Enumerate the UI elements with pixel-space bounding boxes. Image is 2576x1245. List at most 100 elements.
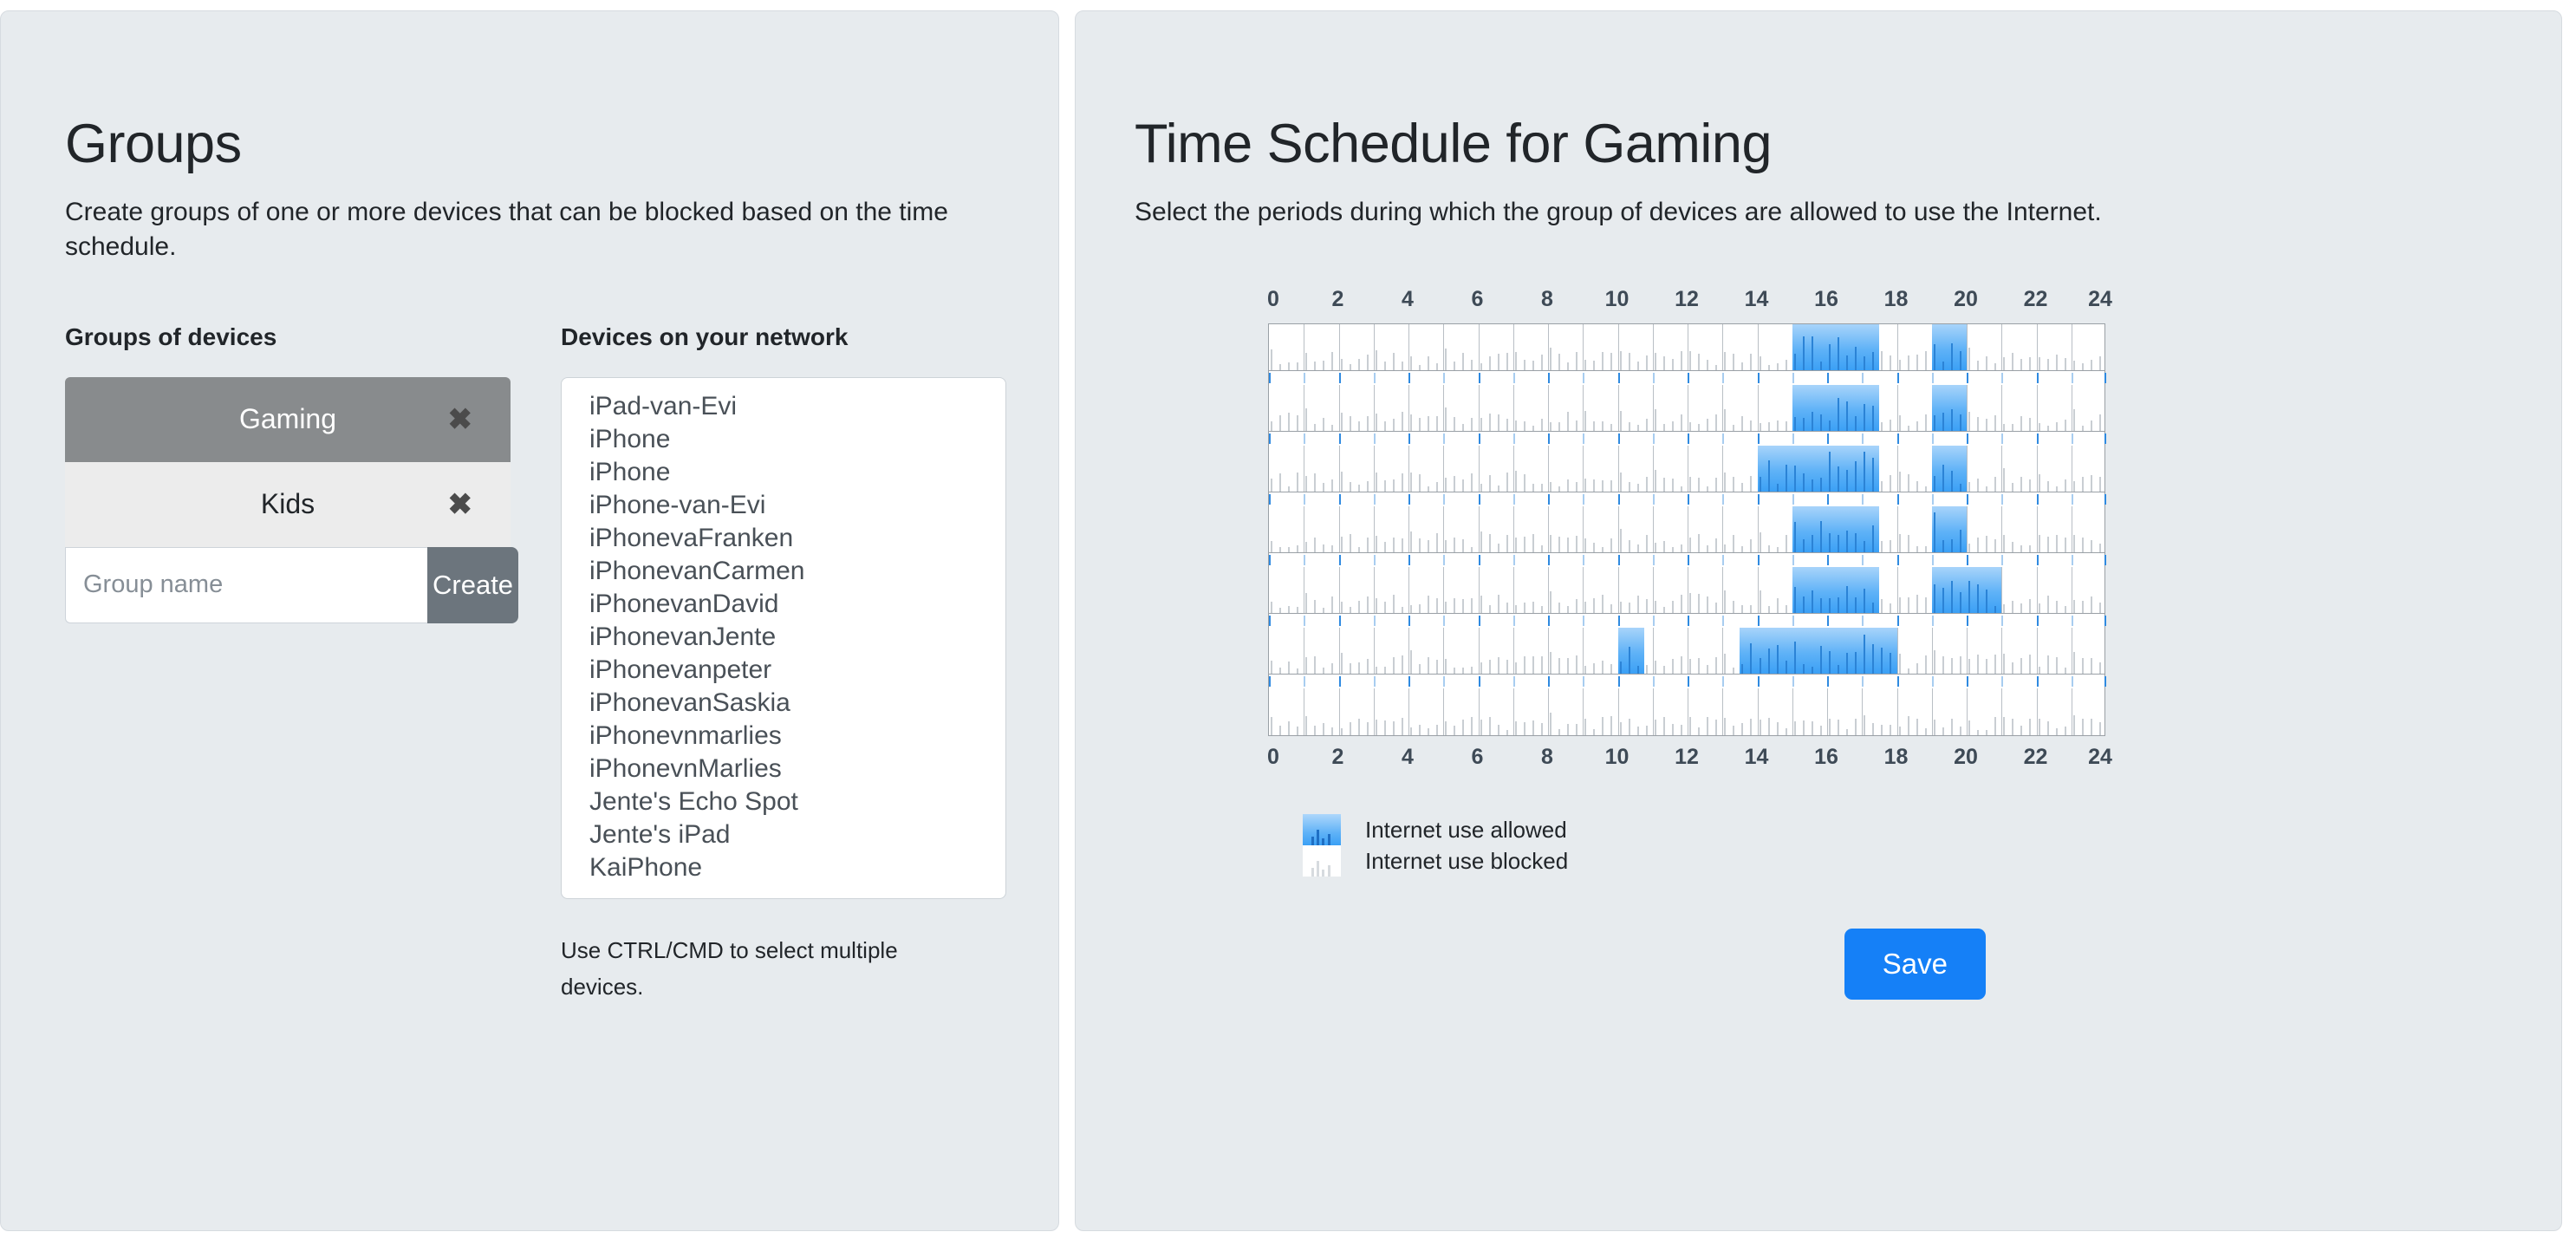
usage-bar [1454,538,1456,553]
usage-bar [1619,472,1622,492]
usage-bar [1715,477,1718,492]
hour-separator [1583,628,1584,675]
usage-bar [1349,533,1351,553]
usage-bar [1645,665,1648,675]
usage-bar [2038,719,2040,736]
schedule-day-row[interactable]: Th [1269,506,2104,554]
allowed-period-block[interactable] [1931,506,1967,553]
schedule-day-row[interactable]: Su [1269,688,2104,736]
divider-tick [1792,373,1794,384]
schedule-day-row[interactable]: Sa [1269,628,2104,675]
usage-bar [1846,585,1849,614]
usage-bar [1506,729,1508,736]
remove-group-icon[interactable]: ✖ [448,490,473,519]
usage-bar [1550,347,1551,371]
usage-bar [1819,414,1822,432]
device-list-item[interactable]: iPhonevanpeter [562,654,1005,687]
allowed-period-block[interactable] [1792,385,1880,432]
usage-bar [1829,420,1831,432]
usage-bar [1401,538,1403,553]
device-list-item[interactable]: iPhone [562,456,1005,489]
device-list-item[interactable]: Jente's iPad [562,818,1005,851]
divider-tick [1338,676,1341,688]
usage-bar [1689,351,1691,371]
save-button[interactable]: Save [1844,929,1986,1001]
usage-bar [1480,418,1482,432]
divider-tick [1478,494,1480,505]
divider-tick [2001,433,2004,445]
divider-tick [1792,433,1794,445]
device-list-item[interactable]: iPhonevanSaskia [562,687,1005,720]
device-list-item[interactable]: iPhonevnmarlies [562,720,1005,753]
usage-bar [1864,715,1866,736]
group-item[interactable]: Gaming ✖ [65,376,511,462]
divider-tick [2071,676,2073,688]
allowed-period-block[interactable] [1931,324,1967,371]
device-multiselect-list[interactable]: iPad-van-Evi iPhone iPhone iPhone-van-Evi iP… [561,376,1006,899]
device-list-item[interactable]: iPhone-van-Evi [562,489,1005,522]
divider-tick [1722,373,1725,384]
device-list-item[interactable]: iPhonevanJente [562,621,1005,654]
usage-bar [1497,724,1499,736]
usage-bar [1593,360,1596,371]
usage-bar [1776,722,1779,736]
schedule-day-row[interactable]: Tu [1269,385,2104,433]
allowed-period-block[interactable] [1792,324,1880,371]
divider-tick [2036,676,2039,688]
create-group-button[interactable]: Create [427,546,519,623]
usage-bar [1846,530,1849,553]
usage-bar [1349,482,1351,492]
usage-bar [1288,721,1291,736]
allowed-period-block[interactable] [1931,446,1967,492]
usage-bar [1497,594,1499,614]
usage-bar [1916,480,1918,492]
allowed-period-block[interactable] [1792,567,1880,614]
usage-bar [2012,719,2014,736]
divider-tick [1548,555,1550,566]
usage-bar [1410,649,1412,675]
usage-bar [1838,596,1840,614]
usage-bar [1776,363,1779,371]
schedule-day-row[interactable]: We [1269,446,2104,493]
schedule-page-title: Time Schedule for Gaming [1135,114,1773,174]
hour-separator [1652,385,1654,432]
usage-bar [1584,718,1587,736]
usage-bar [1802,336,1805,371]
device-list-item[interactable]: KaiPhone [562,851,1005,884]
device-list-item[interactable]: iPhonevaFranken [562,522,1005,555]
usage-bar [2072,481,2075,492]
allowed-period-block[interactable] [1931,385,1967,432]
usage-bar [1288,546,1291,553]
usage-bar [1819,646,1822,675]
usage-bar [1514,352,1517,371]
usage-bar [1750,420,1753,432]
hour-separator [1373,506,1375,553]
legend-bar [1328,834,1330,846]
device-list-item[interactable]: iPhonevanDavid [562,588,1005,621]
usage-bar [1497,657,1499,675]
usage-bar [1288,605,1291,614]
usage-bar [1864,635,1866,675]
usage-bar [1462,667,1465,675]
usage-bar [1733,477,1735,492]
usage-bar [1785,727,1787,736]
group-name-input[interactable] [65,546,427,623]
allowed-period-block[interactable] [1617,628,1644,675]
device-list-item[interactable]: iPad-van-Evi [562,390,1005,423]
schedule-day-row[interactable]: Mo [1269,324,2104,372]
hour-separator [1722,446,1724,492]
usage-bar [1907,425,1909,432]
group-item[interactable]: Kids ✖ [65,461,511,547]
device-list-item[interactable]: iPhonevanCarmen [562,555,1005,588]
schedule-day-row[interactable]: Fr [1269,567,2104,615]
device-list-item[interactable]: iPhone [562,423,1005,456]
allowed-period-block[interactable] [1792,506,1880,553]
hour-separator [1373,446,1375,492]
device-list-item[interactable]: Jente's Echo Spot [562,785,1005,818]
usage-bar [1994,539,1997,553]
allowed-period-block[interactable] [1757,446,1880,492]
device-list-item[interactable]: iPhonevnMarlies [562,753,1005,785]
remove-group-icon[interactable]: ✖ [448,405,473,434]
usage-bar [1959,591,1961,614]
schedule-grid[interactable]: Mo Tu We Th Fr Sa Su [1268,323,2106,737]
